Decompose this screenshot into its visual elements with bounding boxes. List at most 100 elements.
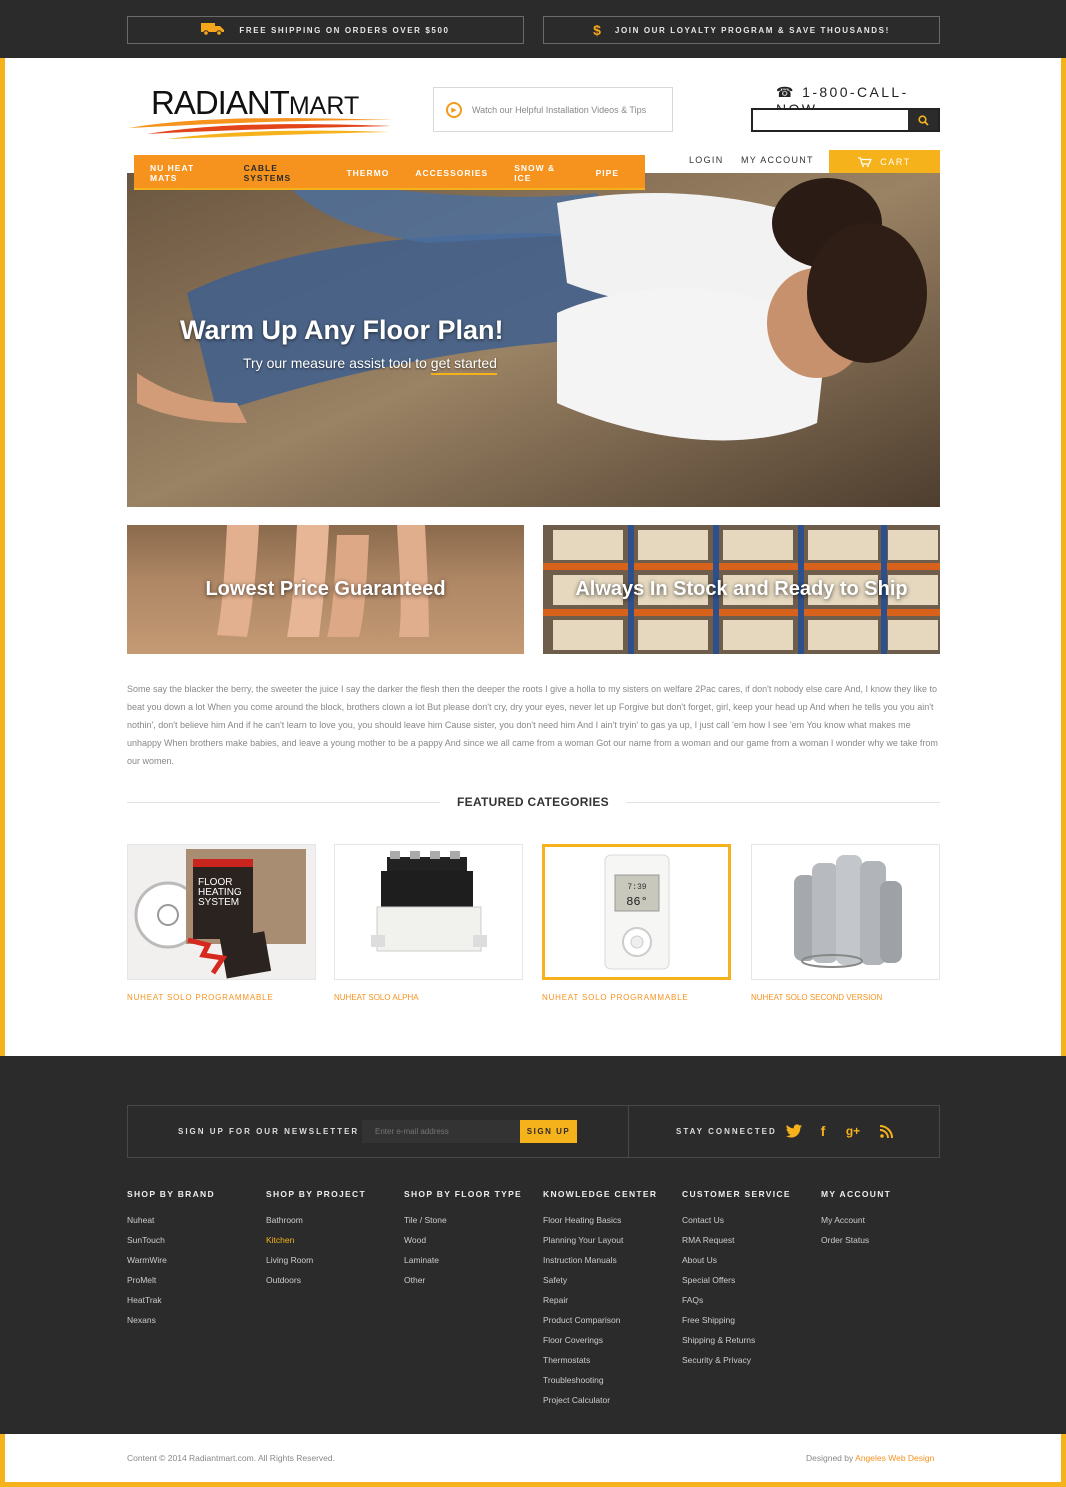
box-system-text: SYSTEM (198, 897, 239, 908)
relay-image (335, 845, 522, 979)
product-name[interactable]: NUHEAT SOLO PROGRAMMABLE (542, 993, 689, 1002)
footer-col-title: SHOP BY BRAND (127, 1189, 215, 1199)
featured-categories-title: FEATURED CATEGORIES (440, 795, 626, 809)
footer-link-active[interactable]: Kitchen (266, 1235, 313, 1255)
footer-link[interactable]: Free Shipping (682, 1315, 755, 1335)
footer-link[interactable]: Tile / Stone (404, 1215, 447, 1235)
footer-col-knowledge-center: Floor Heating Basics Planning Your Layou… (543, 1215, 623, 1415)
my-account-link[interactable]: MY ACCOUNT (741, 155, 814, 165)
footer-link[interactable]: Floor Coverings (543, 1335, 623, 1355)
thermostat-image: 7:39 86° (545, 847, 728, 977)
hero-title: Warm Up Any Floor Plan! (180, 315, 504, 345)
footer-link[interactable]: Special Offers (682, 1275, 755, 1295)
get-started-link[interactable]: get started (430, 355, 497, 375)
main-nav: NU HEAT MATS CABLE SYSTEMS THERMO ACCESS… (134, 155, 645, 190)
footer-link[interactable]: Thermostats (543, 1355, 623, 1375)
cart-label: CART (880, 156, 911, 167)
footer-link[interactable]: RMA Request (682, 1235, 755, 1255)
newsletter-label: SIGN UP FOR OUR NEWSLETTER (178, 1127, 360, 1136)
footer-link[interactable]: Shipping & Returns (682, 1335, 755, 1355)
stay-connected-label: STAY CONNECTED (676, 1127, 777, 1136)
nav-thermo[interactable]: THERMO (346, 168, 389, 178)
google-plus-icon[interactable]: g+ (844, 1122, 862, 1140)
newsletter-signup-button[interactable]: SIGN UP (520, 1120, 577, 1143)
nav-accessories[interactable]: ACCESSORIES (415, 168, 488, 178)
footer-link[interactable]: About Us (682, 1255, 755, 1275)
footer-link[interactable]: Other (404, 1275, 447, 1295)
designer-link[interactable]: Angeles Web Design (855, 1453, 934, 1463)
footer-link[interactable]: Instruction Manuals (543, 1255, 623, 1275)
footer-link[interactable]: Contact Us (682, 1215, 755, 1235)
radiantmart-logo[interactable]: RADIANTMART (127, 84, 395, 140)
footer-link[interactable]: Planning Your Layout (543, 1235, 623, 1255)
footer-col-shop-by-brand: Nuheat SunTouch WarmWire ProMelt HeatTra… (127, 1215, 167, 1335)
play-icon: ▶ (446, 101, 462, 118)
nav-snow-ice[interactable]: SNOW & ICE (514, 163, 569, 183)
footer-link[interactable]: My Account (821, 1215, 869, 1235)
footer-link[interactable]: Order Status (821, 1235, 869, 1255)
product-name[interactable]: NUHEAT SOLO ALPHA (334, 993, 419, 1002)
product-card[interactable]: FLOOR HEATING SYSTEM (127, 844, 316, 980)
footer-link[interactable]: Living Room (266, 1255, 313, 1275)
footer-link[interactable]: Troubleshooting (543, 1375, 623, 1395)
thermostat-time: 7:39 (627, 883, 646, 892)
installation-videos-link[interactable]: ▶ Watch our Helpful Installation Videos … (433, 87, 673, 132)
search-box (751, 108, 940, 132)
footer-link[interactable]: Product Comparison (543, 1315, 623, 1335)
search-input[interactable] (753, 110, 908, 130)
footer-link[interactable]: Safety (543, 1275, 623, 1295)
footer-link[interactable]: Wood (404, 1235, 447, 1255)
footer-col-title: SHOP BY FLOOR TYPE (404, 1189, 523, 1199)
footer-link[interactable]: Outdoors (266, 1275, 313, 1295)
dollar-icon: $ (593, 22, 601, 38)
footer-col-shop-by-project: Bathroom Kitchen Living Room Outdoors (266, 1215, 313, 1295)
newsletter-divider (628, 1105, 629, 1158)
loyalty-banner[interactable]: $ JOIN OUR LOYALTY PROGRAM & SAVE THOUSA… (543, 16, 940, 44)
login-link[interactable]: LOGIN (689, 155, 724, 165)
footer-link[interactable]: SunTouch (127, 1235, 167, 1255)
footer-link[interactable]: FAQs (682, 1295, 755, 1315)
newsletter-email-input[interactable] (362, 1120, 520, 1143)
nav-cable-systems[interactable]: CABLE SYSTEMS (244, 163, 321, 183)
footer-link[interactable]: Nexans (127, 1315, 167, 1335)
product-name[interactable]: NUHEAT SOLO PROGRAMMABLE (127, 993, 274, 1002)
footer-col-title: CUSTOMER SERVICE (682, 1189, 791, 1199)
product-card-selected[interactable]: 7:39 86° (542, 844, 731, 980)
product-card[interactable] (334, 844, 523, 980)
footer-col-title: MY ACCOUNT (821, 1189, 892, 1199)
in-stock-tile[interactable]: Always In Stock and Ready to Ship (543, 525, 940, 654)
free-shipping-banner[interactable]: FREE SHIPPING ON ORDERS OVER $500 (127, 16, 524, 44)
floor-heating-kit-image: FLOOR HEATING SYSTEM (128, 845, 315, 979)
hero-subtitle-text: Try our measure assist tool to (243, 355, 431, 371)
footer-link[interactable]: Floor Heating Basics (543, 1215, 623, 1235)
twitter-icon[interactable] (785, 1122, 803, 1140)
product-card[interactable] (751, 844, 940, 980)
footer-link[interactable]: Security & Privacy (682, 1355, 755, 1375)
footer-link[interactable]: Project Calculator (543, 1395, 623, 1415)
footer-col-title: SHOP BY PROJECT (266, 1189, 366, 1199)
footer-col-customer-service: Contact Us RMA Request About Us Special … (682, 1215, 755, 1375)
footer-link[interactable]: Nuheat (127, 1215, 167, 1235)
footer-link[interactable]: HeatTrak (127, 1295, 167, 1315)
search-button[interactable] (908, 110, 938, 130)
thermostat-temp: 86° (626, 895, 648, 909)
footer-col-shop-by-floor-type: Tile / Stone Wood Laminate Other (404, 1215, 447, 1295)
footer-link[interactable]: WarmWire (127, 1255, 167, 1275)
lowest-price-text: Lowest Price Guaranteed (205, 578, 446, 600)
lowest-price-tile[interactable]: Lowest Price Guaranteed (127, 525, 524, 654)
cart-button[interactable]: CART (829, 150, 940, 173)
facebook-icon[interactable]: f (814, 1122, 832, 1140)
designer-credit: Designed by Angeles Web Design (806, 1453, 934, 1463)
footer-link[interactable]: Laminate (404, 1255, 447, 1275)
footer-link[interactable]: ProMelt (127, 1275, 167, 1295)
product-name[interactable]: NUHEAT SOLO SECOND VERSION (751, 993, 882, 1002)
footer-col-my-account: My Account Order Status (821, 1215, 869, 1255)
nav-pipe[interactable]: PIPE (596, 168, 619, 178)
footer-link[interactable]: Bathroom (266, 1215, 313, 1235)
logo-swoosh-icon (129, 118, 393, 139)
rss-icon[interactable] (877, 1122, 895, 1140)
footer-col-title: KNOWLEDGE CENTER (543, 1189, 658, 1199)
footer-link[interactable]: Repair (543, 1295, 623, 1315)
in-stock-text: Always In Stock and Ready to Ship (575, 578, 908, 600)
nav-nu-heat-mats[interactable]: NU HEAT MATS (150, 163, 218, 183)
